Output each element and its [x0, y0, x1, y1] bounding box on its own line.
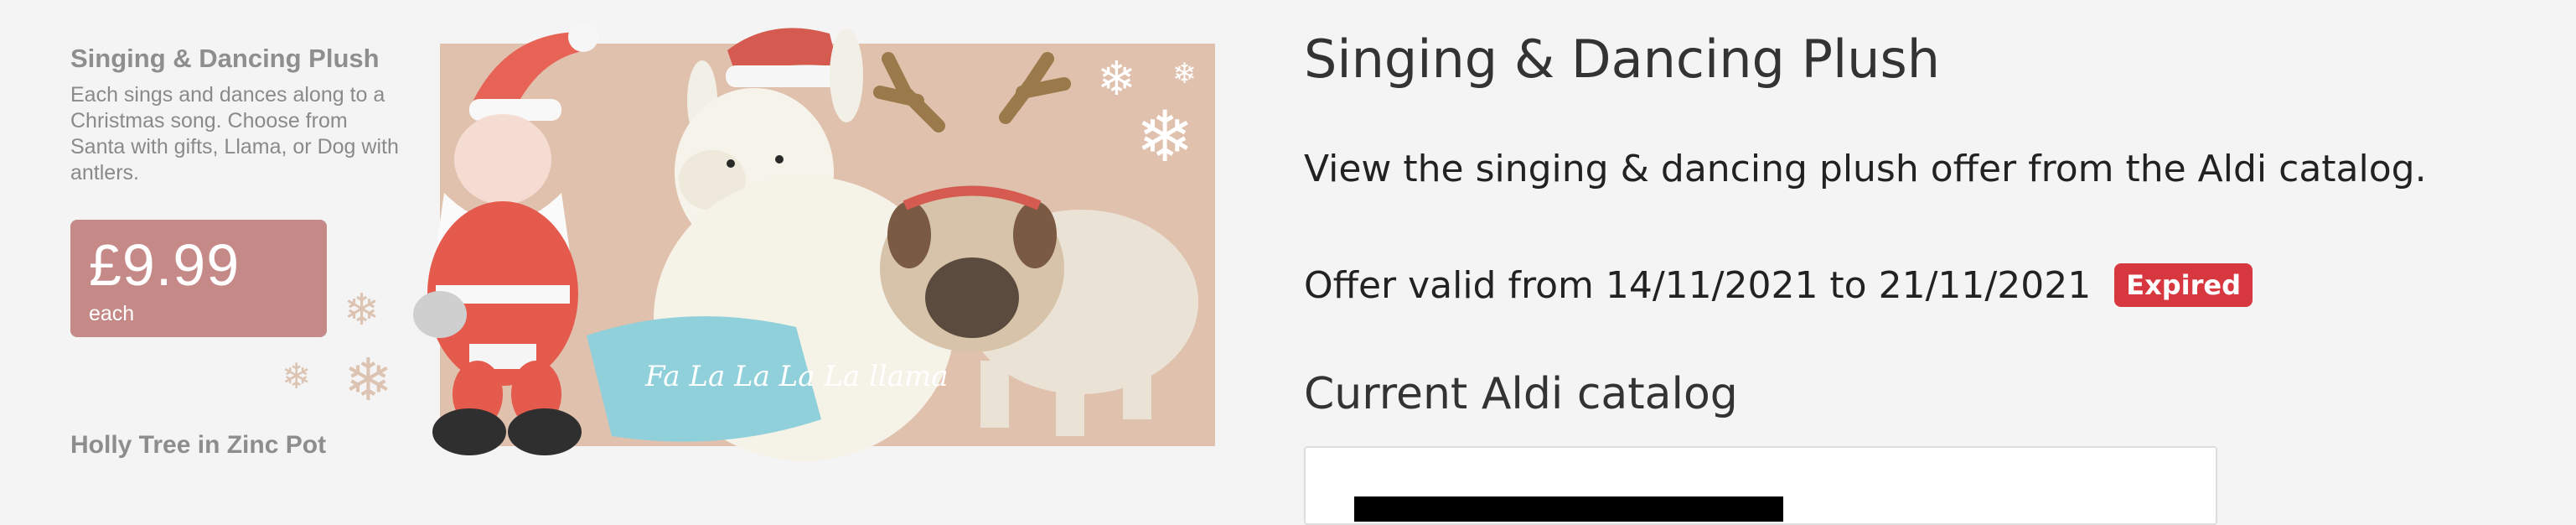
offer-validity: Offer valid from 14/11/2021 to 21/11/202… [1304, 263, 2253, 307]
blanket-text: Fa La La La La llama [644, 360, 949, 393]
offer-title: Singing & Dancing Plush [1304, 29, 1941, 90]
catalog-card-banner [1354, 496, 1783, 522]
offer-description: View the singing & dancing plush offer f… [1304, 148, 2427, 190]
catalog-image: Singing & Dancing Plush Each sings and d… [0, 0, 1236, 461]
current-catalog-heading: Current Aldi catalog [1304, 369, 1738, 419]
validity-text: Offer valid from 14/11/2021 to 21/11/202… [1304, 263, 2092, 307]
offer-details: Singing & Dancing Plush View the singing… [1304, 0, 2544, 525]
santa-plush [413, 22, 598, 455]
current-catalog-card[interactable] [1304, 446, 2217, 525]
status-badge: Expired [2114, 263, 2253, 307]
plush-toys-illustration: Fa La La La La llama [413, 22, 1198, 461]
